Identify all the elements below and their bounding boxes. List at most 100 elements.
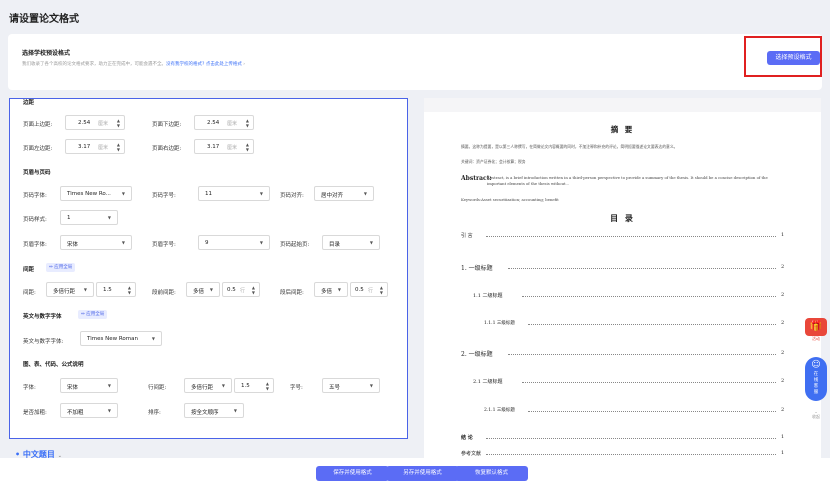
fig-line-label: 行间距: [148,385,167,391]
preview-panel: 摘 要 摘要。这称为提要，是以第三人称撰写，在简做论文内容概要的同时，不加注释和… [424,98,821,458]
toc-leader [486,236,776,237]
stepper-icon: ▲ ▼ [116,142,120,152]
toc-entry-page: 2 [781,320,785,326]
gift-icon: 🎁 [805,318,827,336]
page-title: 请设置论文格式 [9,14,79,25]
toc-entry-page: 2 [781,378,785,384]
chevron-down-icon: ▼ [363,191,367,196]
footer-bar: 保存并使用格式 另存并使用格式 恢复默认格式 [0,458,830,484]
margin-bottom-label: 页面下边距: [152,122,182,128]
stepper-icon: ▲ ▼ [245,118,249,128]
margin-left-input[interactable]: 3.17 厘米 ▲ ▼ [65,139,125,154]
en-font-apply-all-button[interactable]: ⇔ 应用全局 [78,310,108,319]
missing-school-link[interactable]: 没有我学校的格式? [166,62,204,67]
toc-leader [528,411,776,412]
pn-size-select[interactable]: 11 ▼ [198,186,270,201]
save-as-and-use-button[interactable]: 另存并使用格式 [386,466,459,481]
toc-leader [522,296,776,297]
fig-font-select[interactable]: 宋体 ▼ [60,378,118,393]
preview-abstract-title: 摘 要 [610,125,635,134]
select-preset-button[interactable]: 选择预设格式 [767,51,820,65]
toc-entry-page: 1 [781,232,785,238]
chevron-down-icon: ▼ [221,383,225,388]
chevron-down-icon: ▼ [369,383,373,388]
hd-font-select[interactable]: 宋体 ▼ [60,235,132,250]
chevron-right-icon: › [243,62,246,67]
apply-icon: ⇔ [81,312,85,317]
chevron-down-icon: ▼ [151,336,155,341]
before-value-input[interactable]: 0.5 行 ▲ ▼ [222,282,260,297]
chevron-down-icon: ▼ [83,287,87,292]
headset-icon: ☺ [811,360,821,370]
fig-line-mode-select[interactable]: 多倍行距 ▼ [184,378,232,393]
chevron-down-icon: ▼ [233,408,237,413]
gift-float-button[interactable]: 🎁 活动 [805,318,827,341]
fig-line-value-input[interactable]: 1.5 ▲ ▼ [234,378,274,393]
preview-abstract-body: 摘要。这称为提要，是以第三人称撰写，在简做论文内容概要的同时，不加注释和补充的评… [461,144,678,149]
pn-align-select[interactable]: 居中对齐 ▼ [314,186,374,201]
after-mode-select[interactable]: 多倍 ▼ [314,282,348,297]
line-mode-select[interactable]: 多倍行距 ▼ [46,282,94,297]
fig-font-label: 字体: [23,385,36,391]
toc-entry-page: 2 [781,407,785,413]
after-spacing-label: 段后间距: [280,290,304,296]
fig-size-select[interactable]: 五号 ▼ [322,378,380,393]
preset-title: 选择学校预设格式 [22,50,71,57]
pn-start-label: 页码起始页: [280,242,310,248]
margin-top-input[interactable]: 2.54 厘米 ▲ ▼ [65,115,125,130]
toc-leader [486,438,776,439]
collapse-button[interactable]: ⌄ 收起 [807,409,825,420]
spacing-apply-all-button[interactable]: ⇔ 应用全局 [46,263,76,272]
margin-right-label: 页面右边距: [152,146,182,152]
chevron-down-icon: ▼ [107,215,111,220]
fig-bold-select[interactable]: 不加粗 ▼ [60,403,118,418]
hd-font-label: 页眉字体: [23,242,47,248]
chevron-down-icon: ▼ [337,287,341,292]
chevron-down-icon: ▼ [107,408,111,413]
margin-right-input[interactable]: 3.17 厘米 ▲ ▼ [194,139,254,154]
pn-font-select[interactable]: Times New Ro... ▼ [60,186,132,201]
after-value-input[interactable]: 0.5 行 ▲ ▼ [350,282,388,297]
section-spacing: 间距 [23,267,35,273]
fig-bold-label: 是否加粗: [23,410,47,416]
margin-bottom-input[interactable]: 2.54 厘米 ▲ ▼ [194,115,254,130]
save-and-use-button[interactable]: 保存并使用格式 [316,466,389,481]
stepper-icon: ▲ ▼ [116,118,120,128]
toc-leader [486,454,776,455]
chevron-down-icon: ▼ [121,191,125,196]
preset-card: 选择学校预设格式 我们收录了各个高校的论文格式要求，助力正在完成中，可能会遇不全… [8,34,822,90]
toc-entry-page: 1 [781,450,785,456]
pn-align-label: 页码对齐: [280,193,304,199]
online-service-button[interactable]: ☺ 在线客服 [805,357,827,401]
toc-entry-text: 2. 一级标题 [461,351,493,358]
before-mode-select[interactable]: 多倍 ▼ [186,282,220,297]
chevron-down-icon: ▼ [259,240,263,245]
preview-en-abstract-body: Abstract, is a brief introduction writte… [487,175,768,186]
reset-default-button[interactable]: 恢复默认格式 [455,466,528,481]
section-figures: 图、表、代码、公式说明 [23,362,84,368]
toc-leader [522,382,776,383]
en-font-select[interactable]: Times New Roman ▼ [80,331,162,346]
margin-left-label: 页面左边距: [23,146,53,152]
preview-toc-title: 目 录 [610,213,635,223]
pn-style-select[interactable]: 1 ▼ [60,210,118,225]
upload-format-link[interactable]: 点击此处上传格式 [206,62,242,67]
pn-start-select[interactable]: 目录 ▼ [322,235,380,250]
toc-leader [528,324,776,325]
section-margins: 边距 [23,100,35,106]
toc-entry-text: 1.1 二级标题 [473,293,503,299]
en-font-label: 英文与数字字体: [23,339,64,345]
hd-size-select[interactable]: 9 ▼ [198,235,270,250]
margin-top-label: 页面上边距: [23,122,53,128]
fig-order-select[interactable]: 按全文顺序 ▼ [184,403,244,418]
chevron-down-icon: ▼ [209,287,213,292]
toc-entry-page: 2 [781,264,785,270]
line-value-input[interactable]: 1.5 ▲ ▼ [96,282,136,297]
line-spacing-label: 间距: [23,290,36,296]
toc-entry-text: 引 言 [461,233,473,239]
stepper-icon: ▲ ▼ [127,285,131,295]
preview-en-keywords: Keywords:Asset securitization; accountin… [461,197,559,202]
toc-leader [508,354,776,355]
before-spacing-label: 段前间距: [152,290,176,296]
hd-size-label: 页眉字号: [152,242,176,248]
